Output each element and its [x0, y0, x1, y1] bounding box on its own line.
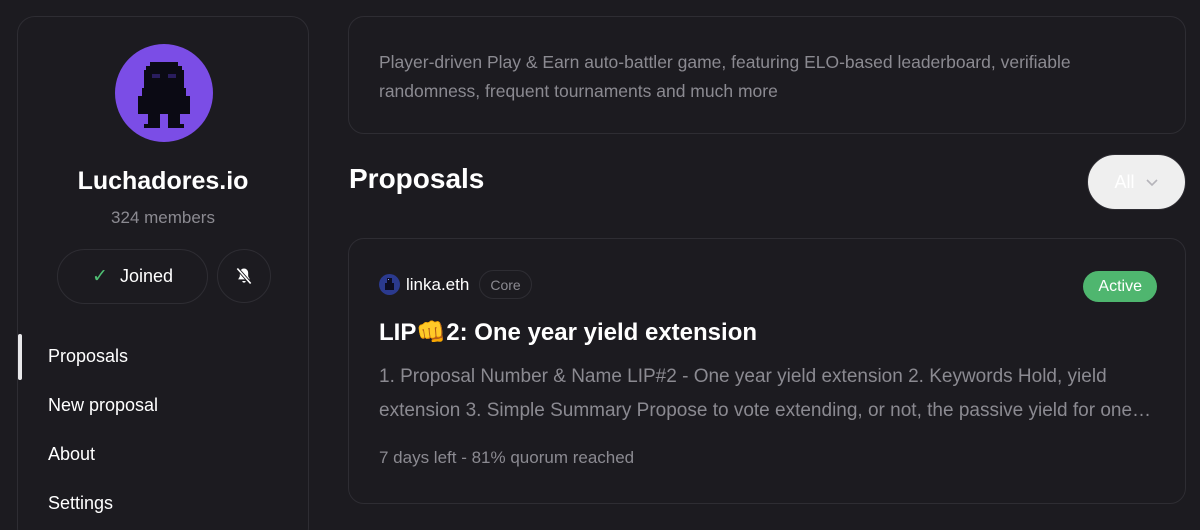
nav-item-new-proposal[interactable]: New proposal — [18, 381, 308, 430]
nav-item-proposals[interactable]: Proposals — [18, 332, 308, 381]
proposal-author: linka.eth Core — [379, 270, 532, 299]
proposal-body: 1. Proposal Number & Name LIP#2 - One ye… — [379, 366, 1133, 421]
check-icon: ✓ — [92, 266, 108, 287]
nav-item-label: New proposal — [48, 395, 159, 415]
member-count: 324 members — [111, 208, 215, 227]
proposal-card[interactable]: linka.eth Core Active LIP👊2: One year yi… — [348, 238, 1186, 504]
proposal-filter-dropdown[interactable]: All — [1087, 154, 1186, 210]
nav-item-label: Settings — [48, 493, 114, 513]
proposals-heading: Proposals — [349, 163, 485, 194]
nav-item-label: About — [48, 444, 96, 464]
author-avatar[interactable] — [379, 274, 400, 295]
author-name[interactable]: linka.eth — [406, 275, 469, 295]
joined-label: Joined — [119, 266, 173, 286]
pixel-luchador-avatar-icon — [138, 62, 190, 128]
chevron-down-icon — [1145, 179, 1158, 187]
space-description: Player-driven Play & Earn auto-battler g… — [379, 52, 1071, 101]
proposal-title[interactable]: LIP👊2: One year yield extension — [379, 318, 757, 347]
status-badge: Active — [1083, 271, 1157, 302]
notifications-toggle-button[interactable] — [217, 249, 271, 303]
joined-button[interactable]: ✓ Joined — [57, 249, 208, 304]
nav-item-about[interactable]: About — [18, 430, 308, 479]
author-avatar-icon — [385, 278, 394, 290]
bell-off-icon — [236, 267, 252, 285]
nav-item-label: Proposals — [48, 346, 129, 366]
author-role-badge: Core — [479, 270, 532, 299]
space-avatar[interactable] — [115, 44, 213, 142]
filter-label: All — [1114, 171, 1135, 192]
space-nav: Proposals New proposal About Settings — [18, 332, 308, 528]
space-about-card: Player-driven Play & Earn auto-battler g… — [348, 16, 1186, 134]
space-name: Luchadores.io — [77, 167, 249, 195]
nav-item-settings[interactable]: Settings — [18, 479, 308, 528]
space-sidebar: Luchadores.io 324 members ✓ Joined Propo… — [17, 16, 309, 530]
page: Luchadores.io 324 members ✓ Joined Propo… — [0, 0, 1200, 530]
proposal-meta: 7 days left - 81% quorum reached — [379, 448, 635, 467]
